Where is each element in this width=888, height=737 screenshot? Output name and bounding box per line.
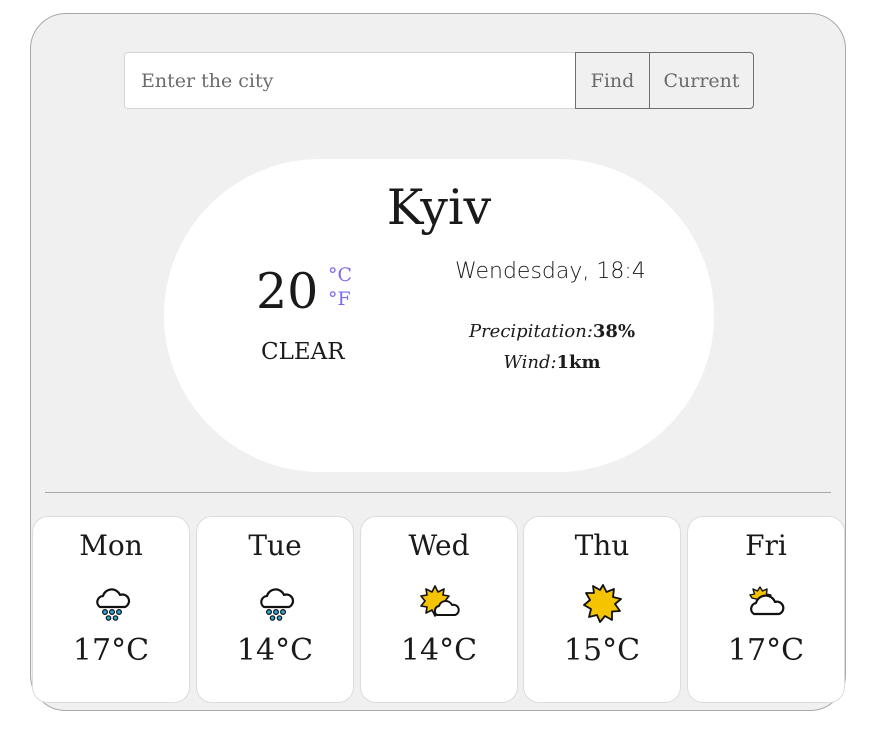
fahrenheit-link[interactable]: °F <box>328 287 352 311</box>
date-time: Wendesday, 18:4 <box>455 259 646 284</box>
forecast-day-temp: 17°C <box>72 633 150 668</box>
search-bar: Find Current <box>124 52 754 109</box>
find-button[interactable]: Find <box>575 52 650 109</box>
sun-cloud-icon <box>420 585 460 617</box>
rain-cloud-icon <box>96 588 131 621</box>
wind-row: Wind:1km <box>457 347 647 378</box>
forecast-day-temp: 17°C <box>727 633 805 668</box>
celsius-link[interactable]: °C <box>328 263 352 287</box>
weather-app: Find Current Kyiv 20 °C °F CLEAR Wendesd… <box>30 13 846 711</box>
cloud-sun-icon <box>749 586 785 616</box>
city-name: Kyiv <box>386 179 492 236</box>
forecast-day-card: Mon 17°C <box>32 516 190 703</box>
weather-details: Precipitation:38% Wind:1km <box>457 316 647 378</box>
wind-label: Wind: <box>503 352 557 373</box>
forecast-day-temp: 15°C <box>563 633 641 668</box>
forecast-day-temp: 14°C <box>400 633 478 668</box>
forecast-day-card: Wed 14°C <box>360 516 518 703</box>
divider <box>45 492 831 493</box>
forecast-day-name: Tue <box>248 529 302 562</box>
forecast-day-name: Wed <box>408 529 470 562</box>
forecast-day-name: Thu <box>574 529 630 562</box>
forecast-day-card: Fri 17°C <box>687 516 845 703</box>
precipitation-row: Precipitation:38% <box>457 316 647 347</box>
current-weather-card: Kyiv 20 °C °F CLEAR Wendesday, 18:4 Prec… <box>164 159 714 472</box>
city-search-input[interactable] <box>124 52 575 109</box>
forecast-day-name: Mon <box>79 529 143 562</box>
forecast-day-card: Tue 14°C <box>196 516 354 703</box>
rain-cloud-icon <box>260 588 295 621</box>
current-location-button[interactable]: Current <box>650 52 754 109</box>
sun-icon <box>583 584 622 623</box>
forecast-day-card: Thu 15°C <box>523 516 681 703</box>
weather-condition: CLEAR <box>261 339 345 365</box>
unit-switcher: °C °F <box>328 263 352 311</box>
current-temperature: 20 <box>256 263 319 320</box>
forecast-day-name: Fri <box>745 529 787 562</box>
precipitation-value: 38% <box>592 321 636 342</box>
forecast-day-temp: 14°C <box>236 633 314 668</box>
wind-value: 1km <box>556 352 601 373</box>
precipitation-label: Precipitation: <box>468 321 593 342</box>
